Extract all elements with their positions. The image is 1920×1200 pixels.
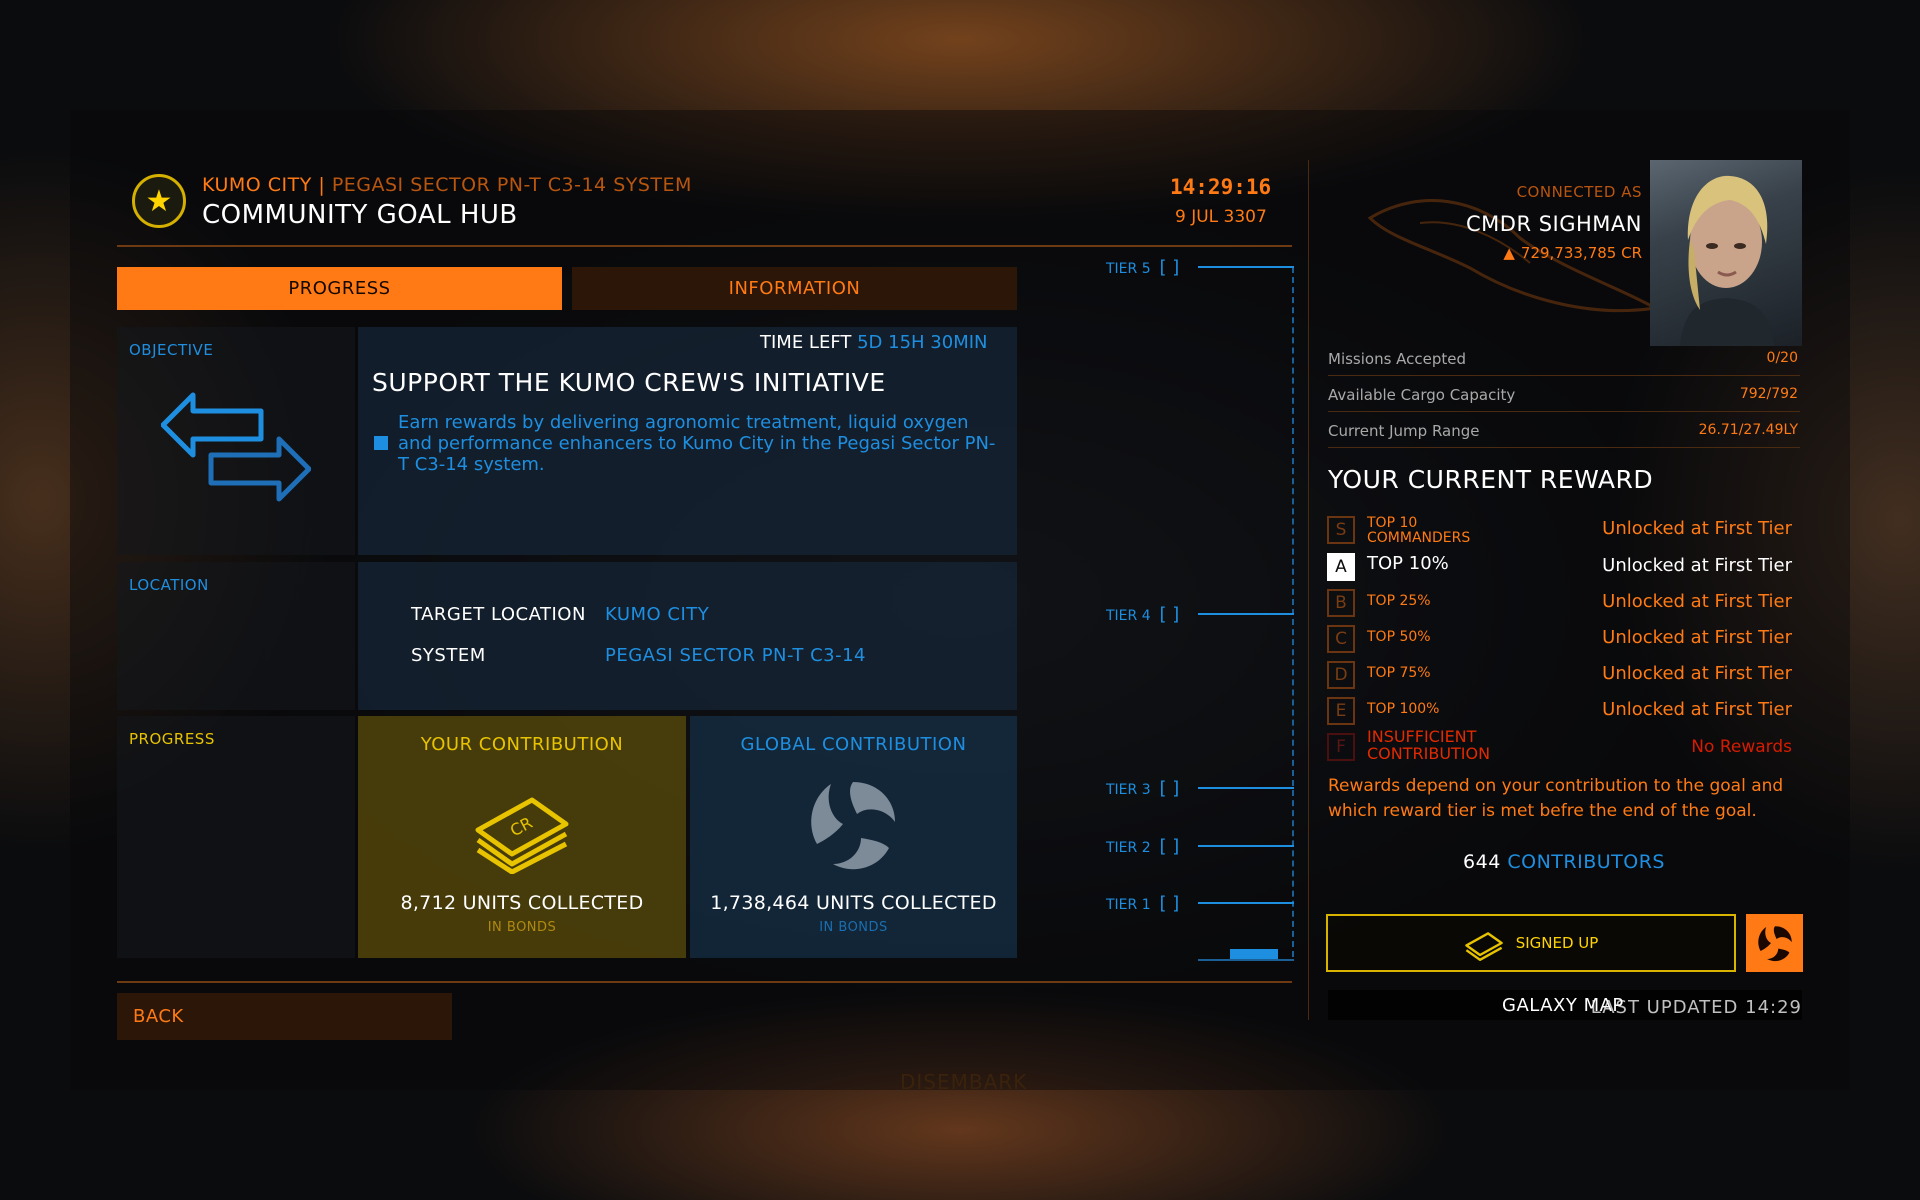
stat-missions-accepted: Missions Accepted 0/20 <box>1328 341 1800 376</box>
tier-5-label: TIER 5 [ ] <box>1106 257 1180 278</box>
signed-up-label: SIGNED UP <box>1515 934 1599 952</box>
tier-3-label: TIER 3 [ ] <box>1106 778 1180 799</box>
objective-title: SUPPORT THE KUMO CREW'S INITIATIVE <box>372 368 886 397</box>
your-units-collected: 8,712 UNITS COLLECTED <box>400 892 644 914</box>
station-name: KUMO CITY <box>202 174 312 196</box>
global-contribution-title: GLOBAL CONTRIBUTION <box>740 734 967 755</box>
breadcrumb: KUMO CITY | PEGASI SECTOR PN-T C3-14 SYS… <box>202 174 692 196</box>
tier-5-line <box>1198 266 1294 268</box>
your-units-subtitle: IN BONDS <box>487 920 557 935</box>
commander-credits: ▲ 729,733,785 CR <box>1503 244 1642 262</box>
time-left-label: TIME LEFT <box>760 332 852 353</box>
footer-divider <box>117 981 1292 983</box>
bullet-icon <box>374 436 388 450</box>
objective-description: Earn rewards by delivering agronomic tre… <box>398 412 996 475</box>
global-units-collected: 1,738,464 UNITS COLLECTED <box>710 892 997 914</box>
location-panel <box>358 562 1017 710</box>
svg-text:CR: CR <box>507 813 536 840</box>
signed-up-button[interactable]: SIGNED UP <box>1326 914 1736 972</box>
reward-tier-letter: D <box>1327 661 1355 689</box>
system-label: SYSTEM <box>411 645 486 666</box>
breadcrumb-separator: | <box>311 174 332 196</box>
tab-progress[interactable]: PROGRESS <box>117 267 562 310</box>
tier-4-label: TIER 4 [ ] <box>1106 604 1180 625</box>
contributors-link[interactable]: CONTRIBUTORS <box>1507 851 1665 873</box>
reward-tier-value: Unlocked at First Tier <box>1602 663 1792 684</box>
target-location-value: KUMO CITY <box>605 604 710 625</box>
stat-cargo-capacity: Available Cargo Capacity 792/792 <box>1328 377 1800 412</box>
header-divider <box>117 245 1292 247</box>
contributors-count: 644 CONTRIBUTORS <box>1463 851 1665 873</box>
reward-tier-name-selected: TOP 10% <box>1367 553 1449 574</box>
target-location-label: TARGET LOCATION <box>411 604 586 625</box>
reward-tier-value-insufficient: No Rewards <box>1691 737 1792 757</box>
commander-portrait <box>1650 160 1802 346</box>
back-button[interactable]: BACK <box>117 993 452 1040</box>
system-value: PEGASI SECTOR PN-T C3-14 <box>605 645 867 666</box>
reward-tier-value: Unlocked at First Tier <box>1602 591 1792 612</box>
page-title: COMMUNITY GOAL HUB <box>202 200 518 230</box>
community-goal-star-icon: ★ <box>132 174 186 228</box>
community-swirl-icon <box>1757 926 1792 962</box>
panel-separator <box>1308 160 1309 1020</box>
reward-tier-letter-selected: A <box>1327 553 1355 581</box>
credit-bonds-icon <box>1464 932 1503 961</box>
reward-tier-name: TOP 25% <box>1367 593 1431 609</box>
objective-label: OBJECTIVE <box>129 341 214 359</box>
tier-1-label: TIER 1 [ ] <box>1106 893 1180 914</box>
reward-tier-name: TOP 75% <box>1367 665 1431 681</box>
reward-tier-value: Unlocked at First Tier <box>1602 627 1792 648</box>
your-contribution-card: YOUR CONTRIBUTION CR 8,712 UNITS COLLECT… <box>358 716 686 958</box>
date: 9 JUL 3307 <box>1175 207 1267 227</box>
tier-1-line <box>1198 902 1294 904</box>
reward-tier-name: TOP 100% <box>1367 701 1440 717</box>
tab-information[interactable]: INFORMATION <box>572 267 1017 310</box>
commander-name: CMDR SIGHMAN <box>1466 212 1642 236</box>
global-contribution-card: GLOBAL CONTRIBUTION 1,738,464 UNITS COLL… <box>690 716 1017 958</box>
your-contribution-title: YOUR CONTRIBUTION <box>420 734 624 755</box>
progress-label: PROGRESS <box>129 730 215 748</box>
disembark-label: DISEMBARK <box>900 1070 1028 1094</box>
objective-section: OBJECTIVE <box>117 327 355 555</box>
credit-bonds-icon: CR <box>475 797 569 874</box>
location-label: LOCATION <box>129 576 209 594</box>
community-goal-toggle-button[interactable] <box>1746 914 1803 972</box>
community-swirl-icon <box>811 782 895 870</box>
reward-tier-letter-insufficient: F <box>1327 733 1355 761</box>
reward-tier-value: Unlocked at First Tier <box>1602 518 1792 539</box>
tier-progress-track <box>1292 267 1294 957</box>
reward-tier-value-selected: Unlocked at First Tier <box>1602 555 1792 576</box>
tier-4-line <box>1198 613 1294 615</box>
location-section: LOCATION <box>117 562 355 710</box>
reward-tier-name: TOP 50% <box>1367 629 1431 645</box>
reward-tier-letter: E <box>1327 697 1355 725</box>
time-left-value: 5D 15H 30MIN <box>857 332 988 353</box>
tier-2-label: TIER 2 [ ] <box>1106 836 1180 857</box>
tier-2-line <box>1198 845 1294 847</box>
reward-tier-letter: S <box>1327 516 1355 544</box>
transfer-arrows-icon <box>161 392 311 502</box>
stat-jump-range: Current Jump Range 26.71/27.49LY <box>1328 413 1800 448</box>
galaxy-map-button[interactable]: GALAXY MAP <box>1502 995 1624 1016</box>
credits-icon: ▲ <box>1503 244 1515 262</box>
tier-3-line <box>1198 787 1294 789</box>
reward-title: YOUR CURRENT REWARD <box>1328 465 1654 494</box>
global-units-subtitle: IN BONDS <box>819 920 888 935</box>
reward-tier-letter: B <box>1327 589 1355 617</box>
reward-tier-name-insufficient: INSUFFICIENT CONTRIBUTION <box>1367 727 1491 763</box>
system-name: PEGASI SECTOR PN-T C3-14 SYSTEM <box>331 174 692 196</box>
reward-tier-value: Unlocked at First Tier <box>1602 699 1792 720</box>
reward-tier-letter: C <box>1327 625 1355 653</box>
tier-base-line <box>1198 959 1294 961</box>
connected-as-label: CONNECTED AS <box>1516 183 1642 201</box>
clock: 14:29:16 <box>1170 175 1272 199</box>
progress-section: PROGRESS <box>117 716 355 958</box>
time-left: TIME LEFT 5D 15H 30MIN <box>760 332 988 353</box>
reward-tier-name: TOP 10 COMMANDERS <box>1367 515 1471 546</box>
reward-note: Rewards depend on your contribution to t… <box>1328 776 1784 821</box>
